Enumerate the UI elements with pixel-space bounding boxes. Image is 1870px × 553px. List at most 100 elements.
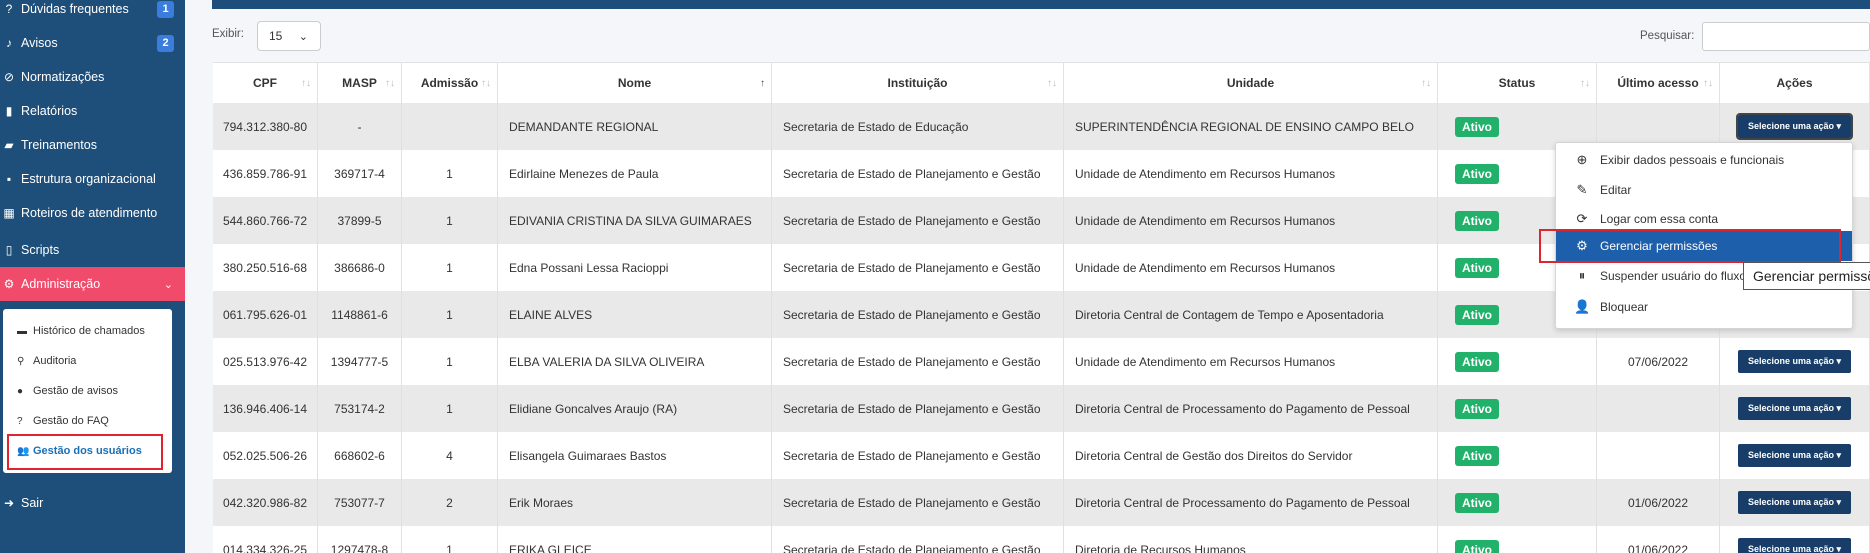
status-badge: Ativo (1455, 445, 1499, 466)
cell-admissao: 4 (402, 432, 498, 479)
cell-masp: 1394777-5 (318, 338, 402, 385)
cell-admissao: 1 (402, 338, 498, 385)
cell-nome: Edirlaine Menezes de Paula (498, 150, 772, 197)
submenu-item-gestao-avisos[interactable]: ● Gestão de avisos (17, 385, 118, 397)
action-select-button[interactable]: Selecione uma ação ▾ (1737, 491, 1852, 514)
sidebar-item-label: Estrutura organizacional (21, 172, 156, 186)
column-header-ultimo-acesso[interactable]: Último acesso ↑↓ (1597, 62, 1720, 103)
cell-nome: ELBA VALERIA DA SILVA OLIVEIRA (498, 338, 772, 385)
status-badge: Ativo (1455, 304, 1499, 325)
cell-nome: ERIKA GLEICE (498, 526, 772, 553)
page-size-value: 15 (269, 29, 283, 43)
cell-masp: 1148861-6 (318, 291, 402, 338)
sidebar-item-sair[interactable]: ➜ Sair (0, 486, 185, 520)
caret-down-icon: ▾ (1834, 497, 1842, 507)
cell-instituicao: Secretaria de Estado de Planejamento e G… (772, 291, 1064, 338)
sidebar-item-scripts[interactable]: ▯ Scripts (0, 233, 185, 267)
cell-nome: Elidiane Goncalves Araujo (RA) (498, 385, 772, 432)
chevron-down-icon: ⌄ (163, 278, 173, 291)
highlight-box-permissoes (1539, 229, 1841, 263)
caret-down-icon: ▾ (1834, 403, 1842, 413)
sidebar-item-label: Treinamentos (21, 138, 97, 152)
table-row: 042.320.986-82 753077-7 2 Erik Moraes Secret… (213, 479, 1870, 526)
sidebar-item-estrutura[interactable]: ▪ Estrutura organizacional (0, 162, 185, 196)
table-row: 025.513.976-42 1394777-5 1 ELBA VALERIA DA … (213, 338, 1870, 385)
cell-unidade: Diretoria Central de Gestão dos Direitos… (1064, 432, 1438, 479)
cell-instituicao: Secretaria de Estado de Educação (772, 103, 1064, 150)
column-header-cpf[interactable]: CPF ↑↓ (213, 62, 318, 103)
action-select-button[interactable]: Selecione uma ação ▾ (1735, 113, 1854, 140)
submenu-item-label: Gestão do FAQ (33, 415, 109, 427)
column-header-unidade[interactable]: Unidade ↑↓ (1064, 62, 1438, 103)
sidebar-item-roteiros[interactable]: ▦ Roteiros de atendimento (0, 196, 185, 230)
search-input[interactable] (1702, 22, 1870, 51)
cell-masp: 753077-7 (318, 479, 402, 526)
search-label: Pesquisar: (1640, 30, 1695, 42)
submenu-item-historico[interactable]: ▬ Histórico de chamados (17, 325, 145, 337)
action-select-button[interactable]: Selecione uma ação ▾ (1737, 538, 1852, 553)
sidebar-item-normatizacoes[interactable]: ⊘ Normatizações (0, 60, 185, 94)
column-header-admissao[interactable]: Admissão ↑↓ (402, 62, 498, 103)
sidebar-item-label: Avisos (21, 36, 58, 50)
file-icon: ▯ (5, 243, 13, 257)
cell-admissao: 1 (402, 385, 498, 432)
cell-admissao: 2 (402, 479, 498, 526)
menu-item-bloquear[interactable]: 👤 Bloquear (1556, 292, 1852, 322)
status-badge: Ativo (1455, 539, 1499, 553)
page-size-label: Exibir: (212, 28, 244, 40)
cell-nome: Edna Possani Lessa Racioppi (498, 244, 772, 291)
cell-status: Ativo (1438, 338, 1597, 385)
sidebar-item-treinamentos[interactable]: ▰ Treinamentos (0, 128, 185, 162)
status-badge: Ativo (1455, 257, 1499, 278)
cell-cpf: 052.025.506-26 (213, 432, 318, 479)
sidebar-item-label: Scripts (21, 243, 60, 257)
cell-status: Ativo (1438, 479, 1597, 526)
menu-item-exibir-dados[interactable]: ⊕ Exibir dados pessoais e funcionais (1556, 145, 1852, 175)
sidebar-item-administracao[interactable]: ⚙ Administração ⌄ (0, 267, 185, 301)
cell-admissao: 1 (402, 526, 498, 553)
cell-cpf: 042.320.986-82 (213, 479, 318, 526)
cell-admissao: 1 (402, 291, 498, 338)
cell-status: Ativo (1438, 526, 1597, 553)
search-icon: ⚲ (17, 355, 25, 367)
page-size-select[interactable]: 15 ⌄ (257, 21, 321, 51)
user-lock-icon: 👤 (1574, 299, 1591, 314)
submenu-item-label: Auditoria (33, 355, 77, 367)
cell-masp: 1297478-8 (318, 526, 402, 553)
column-header-nome[interactable]: Nome ↑ (498, 62, 772, 103)
cell-cpf: 544.860.766-72 (213, 197, 318, 244)
status-badge: Ativo (1455, 398, 1499, 419)
sidebar-item-label: Relatórios (21, 104, 78, 118)
cell-unidade: Unidade de Atendimento em Recursos Human… (1064, 338, 1438, 385)
graduation-icon: ▰ (4, 138, 14, 152)
cell-cpf: 061.795.626-01 (213, 291, 318, 338)
table-row: 014.334.326-25 1297478-8 1 ERIKA GLEICE Secr… (213, 526, 1870, 553)
sidebar-item-relatorios[interactable]: ▮ Relatórios (0, 94, 185, 128)
submenu-item-auditoria[interactable]: ⚲ Auditoria (17, 355, 76, 367)
caret-down-icon: ▾ (1834, 450, 1842, 460)
question-circle-icon: ? (5, 2, 13, 16)
submenu-item-faq[interactable]: ? Gestão do FAQ (17, 415, 109, 427)
cell-unidade: SUPERINTENDÊNCIA REGIONAL DE ENSINO CAMP… (1064, 103, 1438, 150)
sitemap-icon: ▪ (6, 172, 12, 186)
cell-nome: Erik Moraes (498, 479, 772, 526)
column-header-instituicao[interactable]: Instituição ↑↓ (772, 62, 1064, 103)
cell-cpf: 136.946.406-14 (213, 385, 318, 432)
cell-instituicao: Secretaria de Estado de Planejamento e G… (772, 432, 1064, 479)
action-select-button[interactable]: Selecione uma ação ▾ (1737, 397, 1852, 420)
cell-nome: Elisangela Guimaraes Bastos (498, 432, 772, 479)
column-header-status[interactable]: Status ↑↓ (1438, 62, 1597, 103)
cell-instituicao: Secretaria de Estado de Planejamento e G… (772, 244, 1064, 291)
highlight-box-usuarios (7, 434, 163, 470)
action-select-button[interactable]: Selecione uma ação ▾ (1737, 350, 1852, 373)
menu-item-editar[interactable]: ✎ Editar (1556, 175, 1852, 205)
action-select-button[interactable]: Selecione uma ação ▾ (1737, 444, 1852, 467)
sidebar-item-avisos[interactable]: ♪ Avisos 2 (0, 26, 185, 60)
cell-instituicao: Secretaria de Estado de Planejamento e G… (772, 385, 1064, 432)
cell-status: Ativo (1438, 385, 1597, 432)
ticket-icon: ▬ (17, 325, 27, 337)
sidebar-item-duvidas[interactable]: ? Dúvidas frequentes 1 (0, 0, 185, 26)
column-header-masp[interactable]: MASP ↑↓ (318, 62, 402, 103)
table-row: 052.025.506-26 668602-6 4 Elisangela Guimar… (213, 432, 1870, 479)
chevron-down-icon: ⌄ (298, 30, 308, 43)
